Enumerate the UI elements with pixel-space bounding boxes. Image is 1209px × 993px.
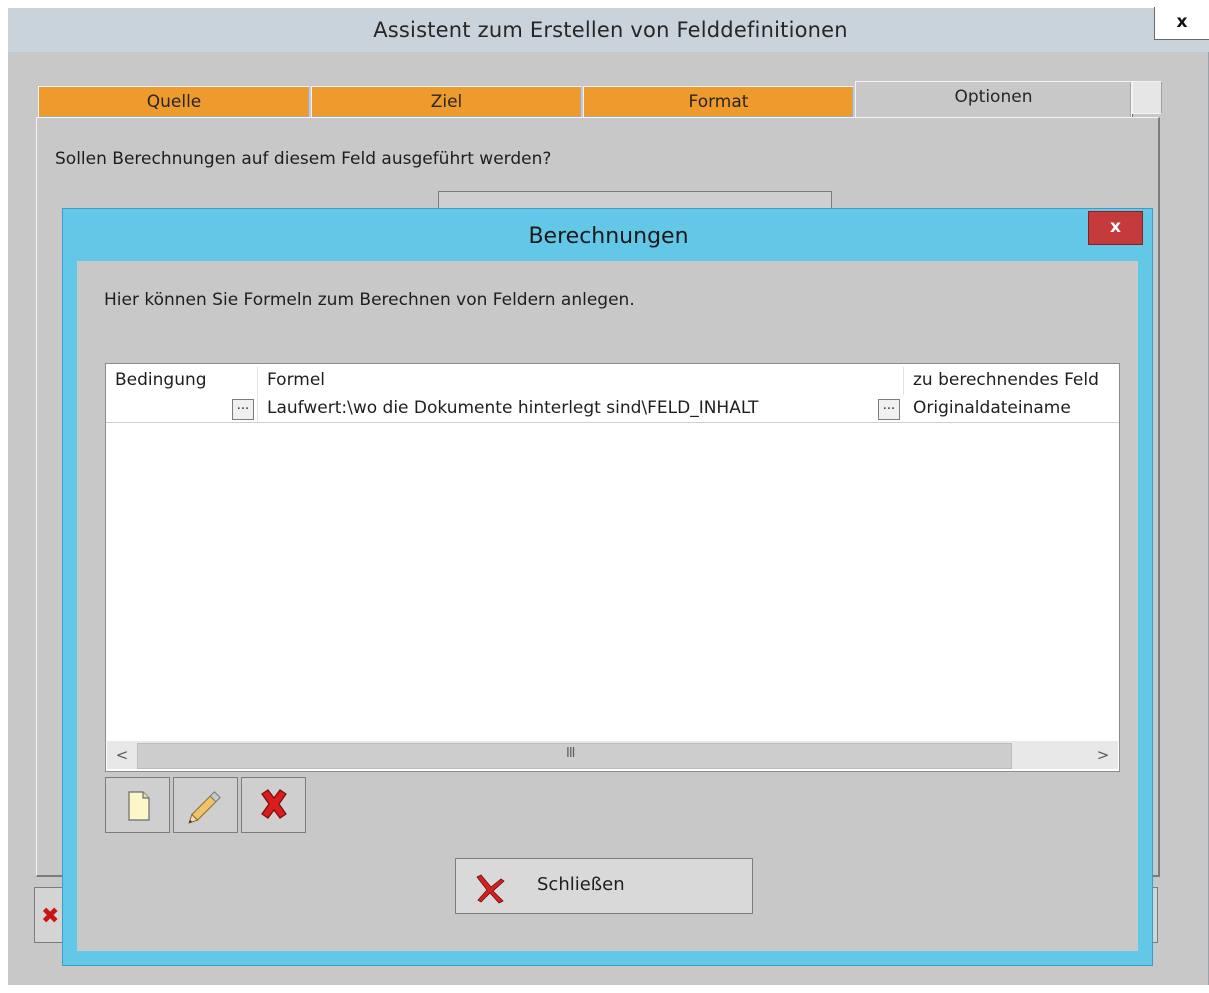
scrollbar-thumb[interactable]: III [137, 743, 1012, 769]
column-header-feld[interactable]: zu berechnendes Feld [904, 367, 1119, 395]
schliessen-label: Schließen [537, 874, 625, 895]
tab-ziel[interactable]: Ziel [311, 86, 582, 118]
grid-header: Bedingung Formel zu berechnendes Feld [106, 364, 1119, 396]
pencil-icon [188, 791, 221, 824]
bedingung-ellipsis-button[interactable]: ... [232, 399, 254, 420]
tabstrip-end [1132, 81, 1162, 114]
new-document-icon [128, 791, 150, 821]
dialog-body: Hier können Sie Formeln zum Berechnen vo… [77, 261, 1138, 951]
schliessen-button[interactable]: Schließen [455, 858, 753, 914]
edit-formula-button[interactable] [173, 777, 238, 833]
wizard-tabstrip: Quelle Ziel Format Optionen [36, 72, 1162, 121]
horizontal-scrollbar[interactable]: < III > [107, 741, 1118, 769]
cell-bedingung[interactable]: ... [106, 396, 258, 422]
berechnungen-dialog: Berechnungen x Hier können Sie Formeln z… [62, 208, 1153, 966]
dialog-intro-text: Hier können Sie Formeln zum Berechnen vo… [104, 290, 635, 310]
column-header-formel[interactable]: Formel [258, 367, 904, 395]
wizard-title: Assistent zum Erstellen von Felddefiniti… [373, 18, 848, 42]
tab-optionen[interactable]: Optionen [855, 81, 1132, 121]
formula-grid[interactable]: Bedingung Formel zu berechnendes Feld ..… [105, 363, 1120, 772]
tab-format[interactable]: Format [583, 86, 854, 118]
dialog-title: Berechnungen [528, 224, 689, 249]
calculation-question: Sollen Berechnungen auf diesem Feld ausg… [55, 149, 552, 169]
new-formula-button[interactable] [105, 777, 170, 833]
wizard-close-button[interactable]: x [1154, 7, 1209, 40]
scroll-right-arrow[interactable]: > [1088, 743, 1118, 769]
delete-formula-button[interactable] [241, 777, 306, 833]
feld-value: Originaldateiname [913, 398, 1071, 418]
scrollbar-grip-icon: III [566, 746, 575, 761]
formel-value: Laufwert:\wo die Dokumente hinterlegt si… [267, 398, 759, 418]
column-header-bedingung[interactable]: Bedingung [106, 367, 258, 395]
wizard-titlebar: Assistent zum Erstellen von Felddefiniti… [8, 8, 1209, 52]
red-x-icon [261, 789, 287, 819]
table-row[interactable]: ... Laufwert:\wo die Dokumente hinterleg… [106, 396, 1119, 423]
close-x-icon [476, 874, 505, 904]
cell-feld[interactable]: Originaldateiname [904, 396, 1119, 422]
cell-formel[interactable]: Laufwert:\wo die Dokumente hinterlegt si… [258, 396, 904, 422]
tab-quelle[interactable]: Quelle [38, 86, 310, 118]
scroll-left-arrow[interactable]: < [107, 743, 137, 769]
formel-ellipsis-button[interactable]: ... [878, 399, 900, 420]
cancel-icon: ✖ [41, 904, 60, 929]
dialog-close-button[interactable]: x [1088, 211, 1143, 245]
